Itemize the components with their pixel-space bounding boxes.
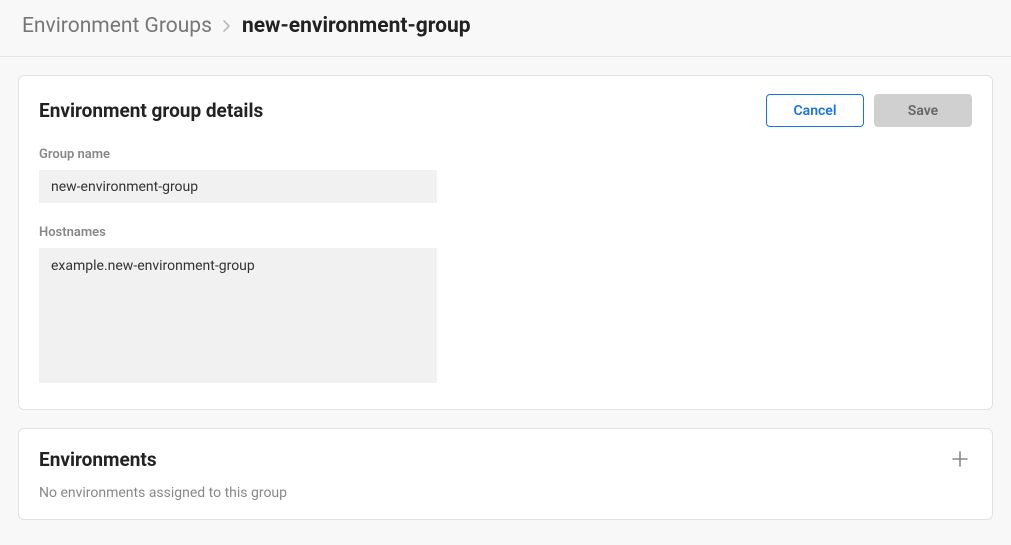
hostnames-label: Hostnames <box>39 225 972 240</box>
details-actions: Cancel Save <box>766 94 972 127</box>
environments-card: Environments No environments assigned to… <box>18 428 993 520</box>
breadcrumb: Environment Groups new-environment-group <box>0 0 1011 57</box>
environments-empty-message: No environments assigned to this group <box>39 485 972 501</box>
save-button[interactable]: Save <box>874 94 972 127</box>
hostnames-field: Hostnames <box>39 225 972 387</box>
breadcrumb-current: new-environment-group <box>242 14 471 38</box>
chevron-right-icon <box>222 19 232 33</box>
details-card: Environment group details Cancel Save Gr… <box>18 75 993 410</box>
details-card-header: Environment group details Cancel Save <box>39 94 972 127</box>
cancel-button[interactable]: Cancel <box>766 94 864 127</box>
hostnames-input[interactable] <box>39 248 437 383</box>
plus-icon <box>952 451 968 467</box>
environments-title: Environments <box>39 448 157 471</box>
add-environment-button[interactable] <box>948 447 972 471</box>
group-name-label: Group name <box>39 147 972 162</box>
group-name-field: Group name <box>39 147 972 203</box>
details-title: Environment group details <box>39 99 263 122</box>
main-content: Environment group details Cancel Save Gr… <box>0 57 1011 538</box>
group-name-input[interactable] <box>39 170 437 203</box>
breadcrumb-parent-link[interactable]: Environment Groups <box>22 14 212 38</box>
environments-header: Environments <box>39 447 972 471</box>
